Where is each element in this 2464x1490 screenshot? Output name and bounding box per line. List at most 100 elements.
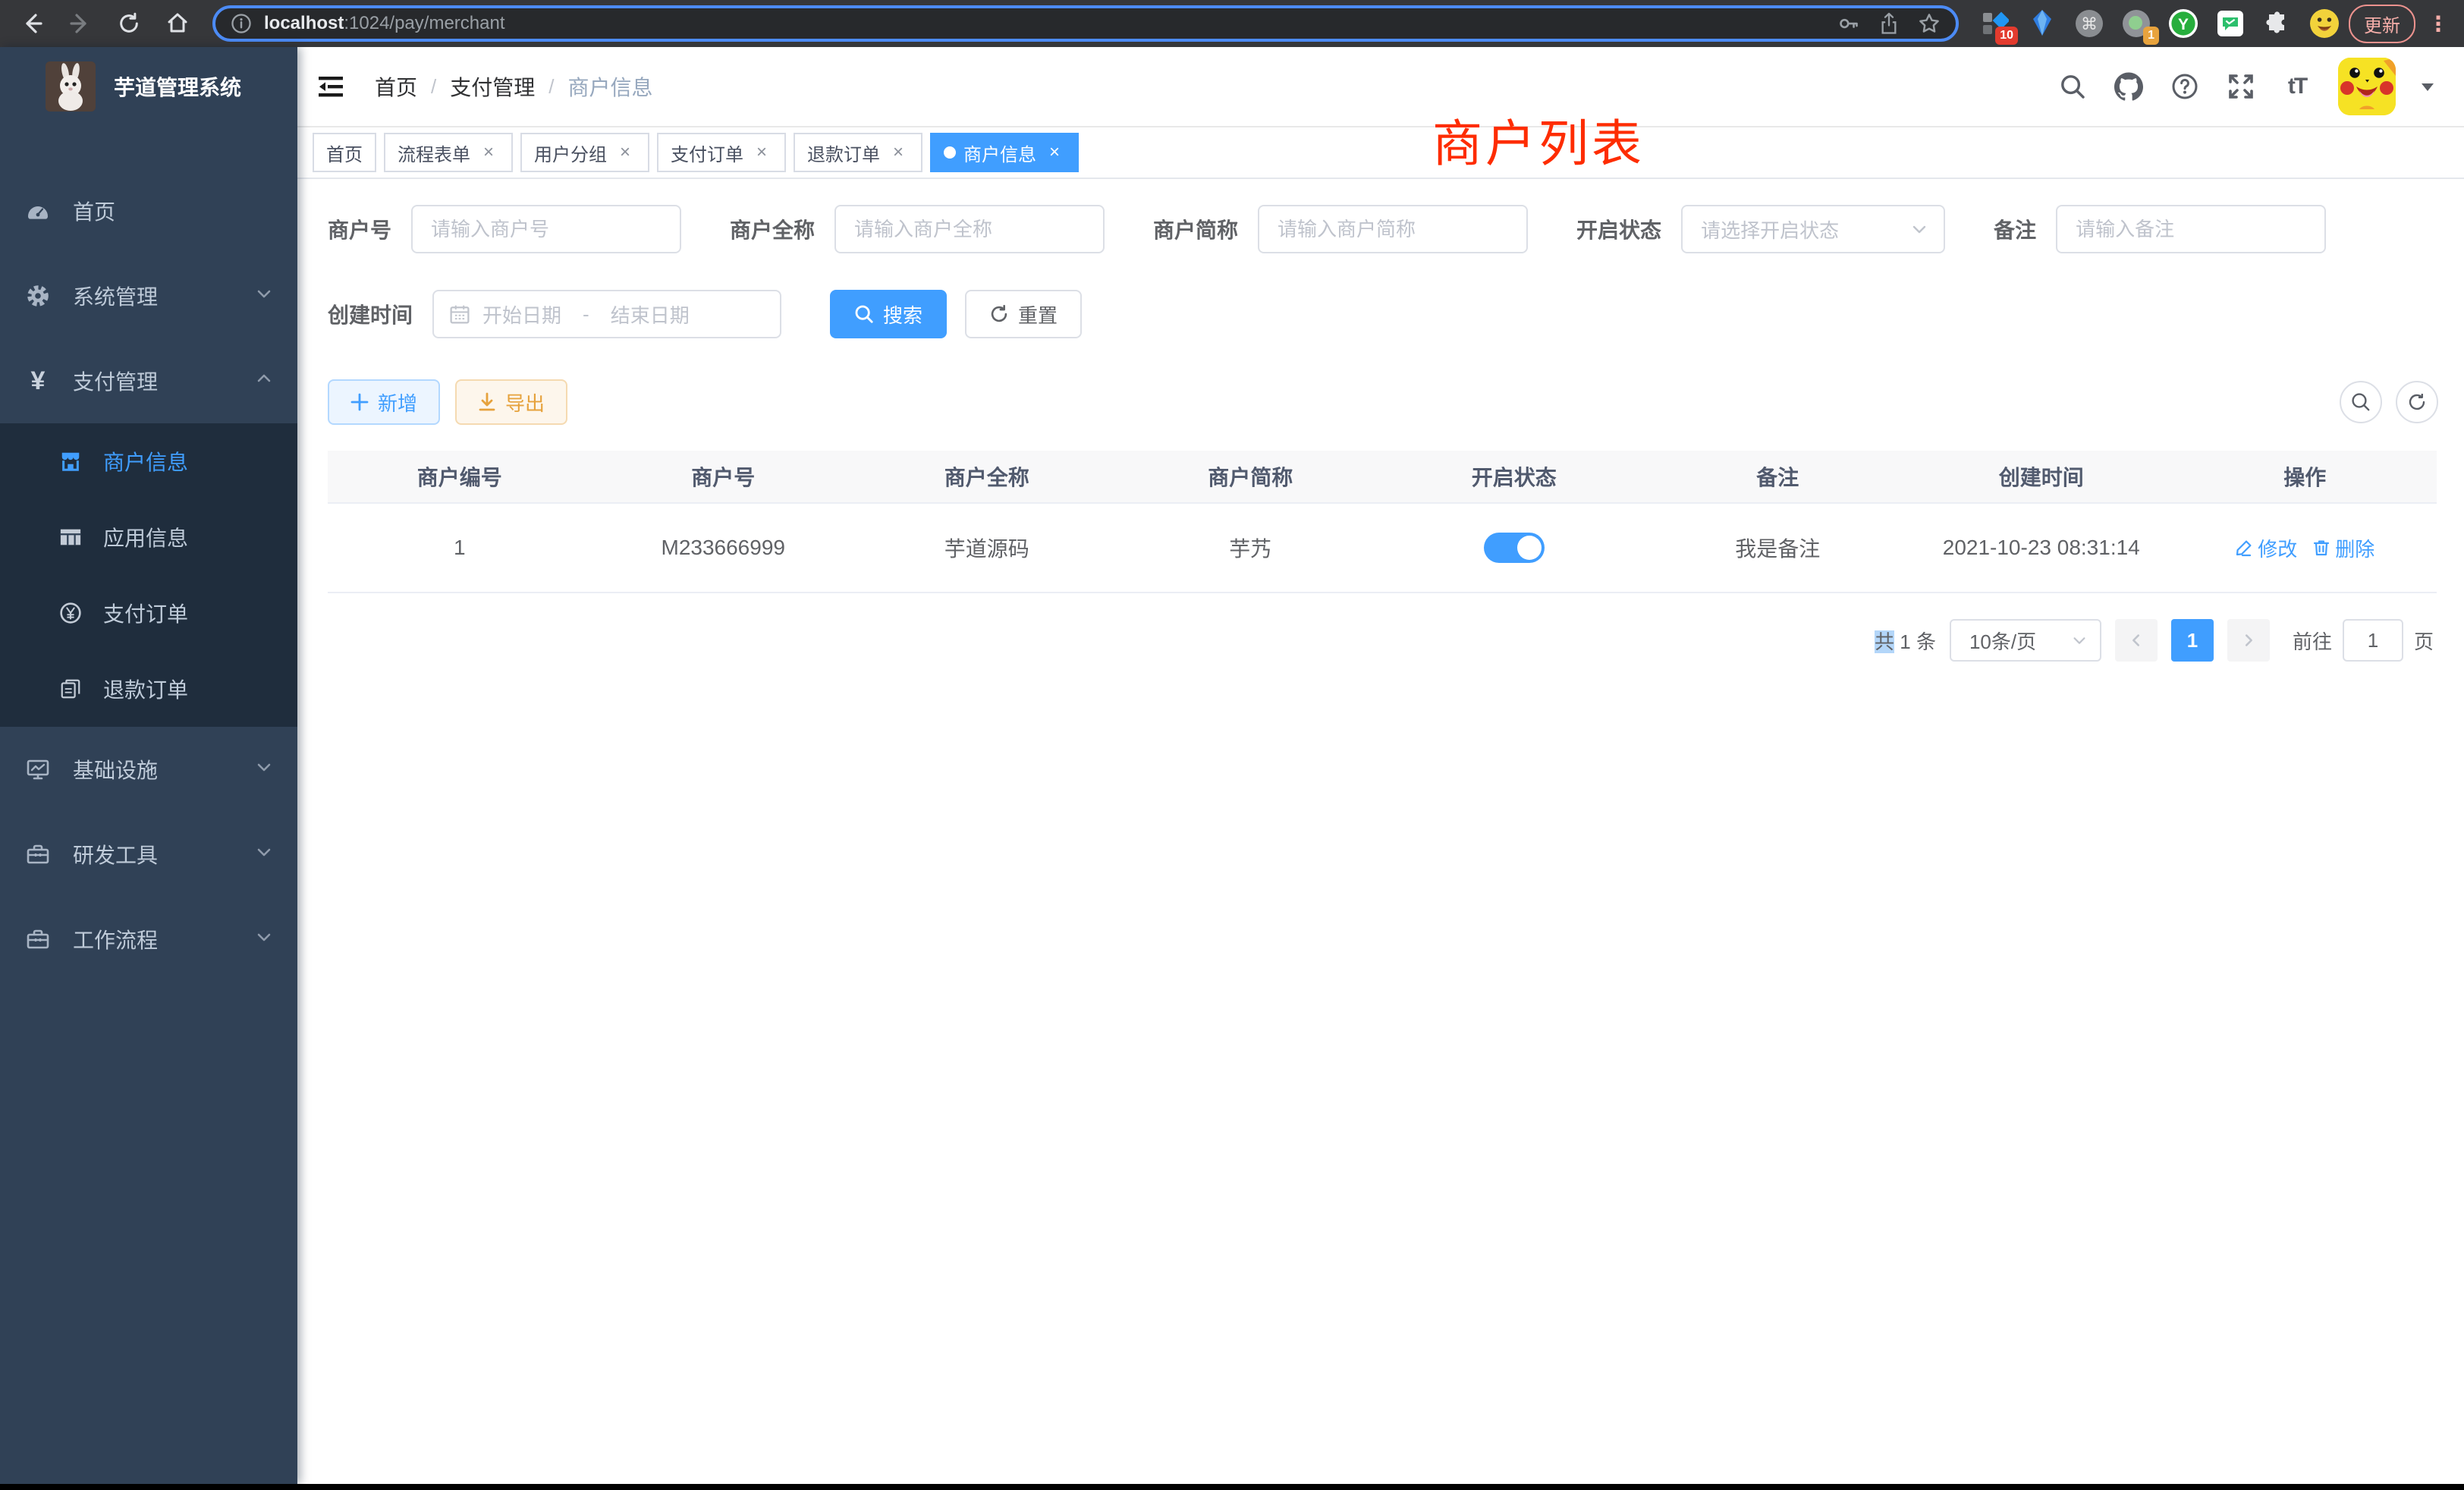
sidebar-item-label: 支付管理	[73, 366, 158, 396]
close-icon[interactable]: ×	[751, 142, 772, 163]
back-icon[interactable]	[12, 5, 52, 42]
table-row: 1 M233666999 芋道源码 芋艿 我是备注 2021-10-23 08:…	[328, 502, 2437, 592]
chevron-down-icon	[255, 284, 273, 308]
help-icon[interactable]	[2170, 71, 2200, 102]
sidebar-item-system[interactable]: 系统管理	[0, 253, 297, 338]
app-title: 芋道管理系统	[114, 71, 241, 102]
refresh-table-button[interactable]	[2396, 381, 2438, 423]
export-button[interactable]: 导出	[455, 379, 567, 425]
page-size-select[interactable]: 10条/页	[1950, 619, 2101, 662]
site-info-icon[interactable]	[231, 13, 252, 34]
bookmark-star-icon[interactable]	[1918, 12, 1941, 35]
extension-y-icon[interactable]: Y	[2168, 8, 2198, 39]
payment-submenu: 商户信息 应用信息 支付订单	[0, 423, 297, 727]
extension-gem-icon[interactable]	[2027, 8, 2057, 39]
github-icon[interactable]	[2114, 71, 2144, 102]
header-search-icon[interactable]	[2057, 71, 2088, 102]
tab-merchant-info[interactable]: 商户信息×	[930, 133, 1079, 172]
chevron-down-icon	[255, 842, 273, 866]
tab-home[interactable]: 首页	[313, 133, 376, 172]
tab-pay-order[interactable]: 支付订单×	[657, 133, 786, 172]
page-number-1[interactable]: 1	[2171, 619, 2214, 662]
extension-command-icon[interactable]: ⌘	[2074, 8, 2104, 39]
sidebar-item-label: 基础设施	[73, 754, 158, 784]
status-select[interactable]: 请选择开启状态	[1681, 205, 1945, 253]
reset-button[interactable]: 重置	[965, 290, 1082, 338]
pagination: 共 1 条 10条/页 1 前往 页	[328, 619, 2438, 662]
chevron-left-icon	[2128, 632, 2145, 649]
breadcrumb-home[interactable]: 首页	[375, 71, 417, 102]
tab-refund-order[interactable]: 退款订单×	[794, 133, 922, 172]
active-dot	[944, 146, 956, 159]
sidebar-item-app-info[interactable]: 应用信息	[0, 499, 297, 575]
sidebar-item-refund-order[interactable]: 退款订单	[0, 651, 297, 727]
page-content: 商户号 商户全称 商户简称 开启状态 请选择开启状态	[297, 179, 2464, 662]
create-time-range-picker[interactable]: 开始日期 - 结束日期	[432, 290, 781, 338]
add-button[interactable]: 新增	[328, 379, 440, 425]
tab-user-group[interactable]: 用户分组×	[520, 133, 649, 172]
password-key-icon[interactable]	[1837, 12, 1860, 35]
forward-icon[interactable]	[61, 5, 100, 42]
caret-down-icon[interactable]	[2412, 71, 2443, 102]
browser-menu-icon[interactable]: ⋮	[2425, 11, 2452, 36]
search-icon	[2350, 391, 2371, 413]
extension-tabs-icon[interactable]: 10	[1980, 8, 2010, 39]
url-path: :1024/pay/merchant	[344, 13, 504, 34]
extensions-puzzle-icon[interactable]	[2262, 8, 2293, 39]
close-icon[interactable]: ×	[614, 142, 636, 163]
filter-label-status: 开启状态	[1576, 214, 1661, 244]
sidebar-item-infra[interactable]: 基础设施	[0, 727, 297, 812]
user-avatar[interactable]	[2338, 58, 2396, 115]
sidebar-item-dev-tools[interactable]: 研发工具	[0, 812, 297, 897]
app-logo-row[interactable]: 芋道管理系统	[0, 47, 297, 126]
fullscreen-icon[interactable]	[2226, 71, 2256, 102]
chevron-down-icon	[255, 927, 273, 951]
main-area: 商户列表 首页 / 支付管理 / 商户信息	[297, 47, 2464, 1484]
extension-chat-icon[interactable]	[2215, 8, 2246, 39]
search-button[interactable]: 搜索	[830, 290, 947, 338]
extension-badge: 10	[1995, 27, 2018, 45]
chevron-down-icon	[2071, 632, 2088, 649]
sidebar-item-payment[interactable]: ¥ 支付管理	[0, 338, 297, 423]
sidebar-item-pay-order[interactable]: 支付订单	[0, 575, 297, 651]
prev-page-button[interactable]	[2115, 619, 2158, 662]
breadcrumb-payment[interactable]: 支付管理	[450, 71, 535, 102]
annotation-title: 商户列表	[1432, 103, 1645, 176]
sidebar-item-merchant-info[interactable]: 商户信息	[0, 423, 297, 499]
home-icon[interactable]	[158, 5, 197, 42]
calendar-icon	[449, 303, 470, 325]
font-size-icon[interactable]: tT	[2282, 71, 2312, 102]
close-icon[interactable]: ×	[888, 142, 909, 163]
merchant-name-input[interactable]	[834, 205, 1105, 253]
next-page-button[interactable]	[2227, 619, 2270, 662]
start-date-placeholder: 开始日期	[482, 300, 561, 328]
sidebar-item-workflow[interactable]: 工作流程	[0, 897, 297, 982]
share-icon[interactable]	[1878, 12, 1900, 35]
edit-link[interactable]: 修改	[2235, 534, 2297, 562]
status-toggle[interactable]	[1484, 533, 1545, 563]
close-icon[interactable]: ×	[478, 142, 499, 163]
delete-link[interactable]: 删除	[2312, 534, 2374, 562]
page-suffix: 页	[2414, 627, 2434, 655]
sidebar-item-home[interactable]: 首页	[0, 168, 297, 253]
profile-avatar-icon[interactable]	[2309, 8, 2340, 39]
remark-input[interactable]	[2056, 205, 2326, 253]
sidebar-fold-icon[interactable]	[314, 70, 347, 103]
toggle-search-button[interactable]	[2340, 381, 2382, 423]
merchant-no-input[interactable]	[411, 205, 681, 253]
merchant-short-input[interactable]	[1258, 205, 1528, 253]
reload-icon[interactable]	[109, 5, 149, 42]
goto-page-input[interactable]	[2343, 619, 2403, 662]
browser-update-button[interactable]: 更新	[2349, 5, 2415, 43]
goto-label: 前往	[2293, 627, 2332, 655]
filter-label-remark: 备注	[1994, 214, 2036, 244]
address-bar[interactable]: localhost:1024/pay/merchant	[212, 5, 1959, 42]
chevron-down-icon	[255, 757, 273, 781]
svg-text:⌘: ⌘	[2081, 15, 2098, 34]
extension-status-icon[interactable]: 1	[2121, 8, 2151, 39]
filter-label-merchant-short: 商户简称	[1153, 214, 1238, 244]
close-icon[interactable]: ×	[1044, 142, 1065, 163]
tab-process-form[interactable]: 流程表单×	[384, 133, 513, 172]
table-header: 商户编号 商户号 商户全称 商户简称 开启状态 备注 创建时间 操作	[328, 451, 2437, 502]
filter-label-create-time: 创建时间	[328, 299, 413, 329]
